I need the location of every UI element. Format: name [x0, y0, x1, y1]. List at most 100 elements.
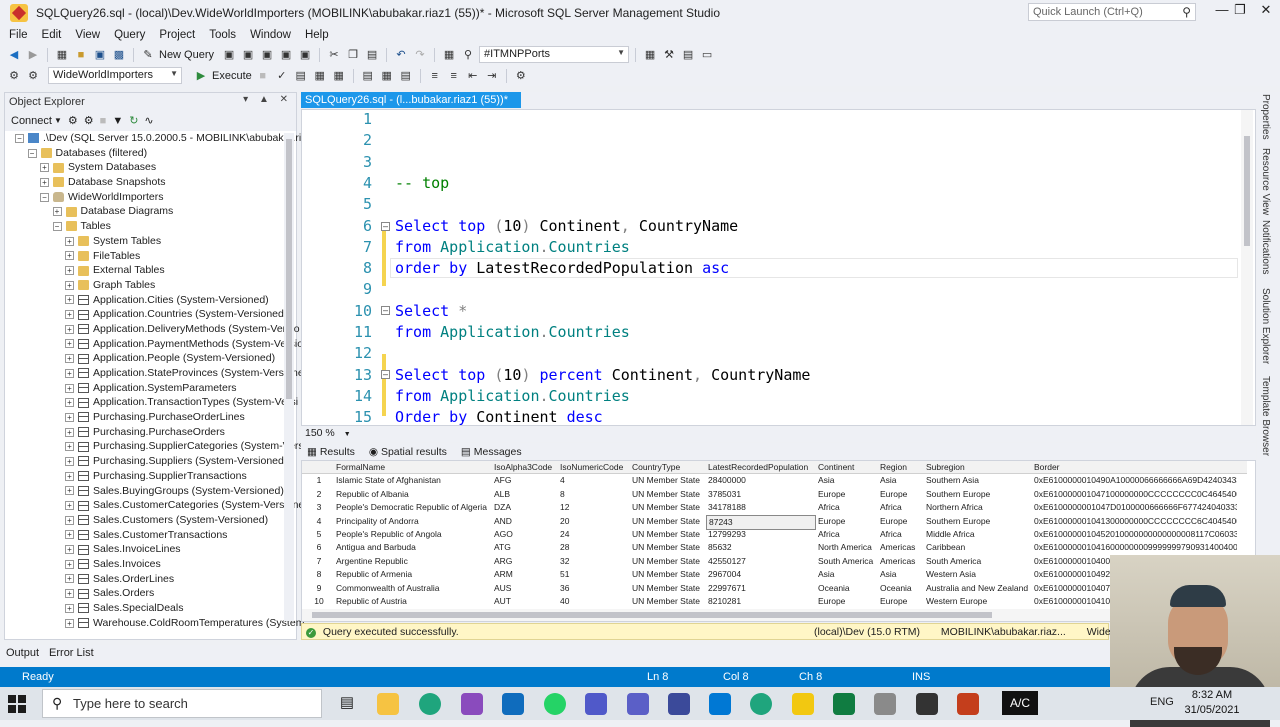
tree-node[interactable]: + Application.StateProvinces (System-Vers…	[7, 366, 304, 381]
table-row[interactable]: 8 Republic of Armenia ARM 51 UN Member State…	[302, 568, 1247, 581]
stop-icon[interactable]: ■	[100, 115, 107, 127]
table-cell[interactable]: Commonwealth of Australia	[334, 582, 492, 595]
table-cell[interactable]: Europe	[878, 595, 924, 608]
vscode-icon[interactable]	[709, 693, 731, 715]
expand-icon[interactable]: +	[65, 266, 74, 276]
tree-node[interactable]: + Application.TransactionTypes (System-Ve…	[7, 395, 298, 410]
table-cell[interactable]: 3785031	[706, 488, 816, 501]
tree-node[interactable]: + System Tables	[7, 234, 296, 249]
tree-node[interactable]: + Sales.CustomerTransactions	[7, 528, 296, 543]
table-cell[interactable]: ARG	[492, 555, 558, 568]
table-cell[interactable]: Africa	[816, 501, 878, 514]
toolbox-icon[interactable]: ▤	[680, 47, 696, 63]
table-cell[interactable]: Europe	[816, 595, 878, 608]
table-cell[interactable]: 0xE6100000001047D0100000666666F677424040…	[1032, 501, 1237, 514]
execute-icon[interactable]: ▶	[193, 68, 209, 84]
column-header[interactable]: Region	[878, 461, 924, 474]
dmx-query-icon[interactable]: ▣	[278, 47, 294, 63]
paste-icon[interactable]: ▤	[364, 47, 380, 63]
table-cell[interactable]: Middle Africa	[924, 528, 1032, 541]
code-line[interactable]: Select *	[395, 302, 467, 320]
query-designer-icon[interactable]: ▦	[312, 68, 328, 84]
comment-icon[interactable]: ≡	[427, 68, 443, 84]
table-cell[interactable]: Antigua and Barbuda	[334, 541, 492, 554]
new-query-button[interactable]: New Query	[159, 49, 214, 61]
expand-icon[interactable]: +	[65, 471, 74, 481]
filter-icon[interactable]: ▼	[112, 115, 123, 127]
expand-icon[interactable]: +	[65, 618, 74, 628]
table-cell[interactable]: Europe	[816, 488, 878, 501]
table-row[interactable]: 9 Commonwealth of Australia AUS 36 UN Member…	[302, 582, 1247, 595]
dock-template-browser[interactable]: Template Browser	[1260, 376, 1271, 456]
menu-file[interactable]: File	[2, 29, 35, 41]
table-row[interactable]: 1 Islamic State of Afghanistan AFG 4 UN Memb…	[302, 474, 1247, 487]
column-header[interactable]: IsoNumericCode	[558, 461, 630, 474]
tree-node[interactable]: + Purchasing.SupplierTransactions	[7, 469, 296, 484]
table-cell[interactable]: Americas	[878, 541, 924, 554]
zoom-chevron-down-icon[interactable]: ▼	[344, 431, 351, 438]
table-cell[interactable]: Africa	[878, 528, 924, 541]
obs-icon[interactable]	[916, 693, 938, 715]
table-cell[interactable]: AND	[492, 515, 558, 528]
collapse-icon[interactable]: −	[40, 192, 49, 202]
table-cell[interactable]: Principality of Andorra	[334, 515, 492, 528]
menu-help[interactable]: Help	[298, 29, 336, 41]
db-engine-query-icon[interactable]: ▣	[221, 47, 237, 63]
collapse-icon[interactable]: –	[381, 306, 390, 315]
tree-node[interactable]: + Purchasing.PurchaseOrders	[7, 425, 296, 440]
table-cell[interactable]: 24	[558, 528, 630, 541]
table-cell[interactable]: UN Member State	[630, 541, 706, 554]
row-number[interactable]: 3	[302, 501, 334, 514]
table-cell[interactable]: UN Member State	[630, 474, 706, 487]
tree-node[interactable]: − WideWorldImporters	[7, 190, 296, 205]
start-button[interactable]	[8, 695, 26, 713]
code-line[interactable]: Order by Continent desc	[395, 408, 603, 426]
table-cell[interactable]: Europe	[878, 488, 924, 501]
tree-node[interactable]: + Sales.OrderLines	[7, 572, 296, 587]
redo-icon[interactable]: ↷	[412, 47, 428, 63]
row-number[interactable]: 8	[302, 568, 334, 581]
expand-icon[interactable]: +	[65, 398, 74, 408]
table-cell[interactable]: Republic of Austria	[334, 595, 492, 608]
collapse-icon[interactable]: −	[27, 148, 37, 158]
menu-view[interactable]: View	[68, 29, 107, 41]
tree-node[interactable]: + System Databases	[7, 160, 296, 175]
table-cell[interactable]: Asia	[816, 474, 878, 487]
table-cell[interactable]: People's Republic of Angola	[334, 528, 492, 541]
expand-icon[interactable]: +	[65, 515, 74, 525]
tree-node[interactable]: + Application.Countries (System-Versioned…	[7, 307, 296, 322]
tree-node[interactable]: + Sales.Customers (System-Versioned)	[7, 513, 296, 528]
connect-dropdown[interactable]: Connect	[11, 115, 52, 127]
new-project-icon[interactable]: ▦	[54, 47, 70, 63]
edge-dev-icon[interactable]	[750, 693, 772, 715]
tree-node[interactable]: + Database Snapshots	[7, 175, 296, 190]
table-cell[interactable]: Oceania	[878, 582, 924, 595]
pin-icon[interactable]: ▾ ▲ ✕	[243, 94, 292, 105]
table-cell[interactable]: 42550127	[706, 555, 816, 568]
tab-messages[interactable]: ▤ Messages	[461, 446, 522, 458]
teams-icon[interactable]	[585, 693, 607, 715]
connect-icon[interactable]: ⚙	[6, 68, 22, 84]
row-number[interactable]: 9	[302, 582, 334, 595]
visual-studio-icon[interactable]	[461, 693, 483, 715]
display-plan-icon[interactable]: ▤	[293, 68, 309, 84]
results-to-file-icon[interactable]: ▤	[398, 68, 414, 84]
table-row[interactable]: 10 Republic of Austria AUT 40 UN Member Stat…	[302, 595, 1247, 608]
table-cell[interactable]: AUS	[492, 582, 558, 595]
expand-icon[interactable]: +	[65, 574, 74, 584]
dock-resource-view[interactable]: Resource View	[1260, 148, 1271, 215]
new-query-icon[interactable]: ✎	[140, 47, 156, 63]
expand-icon[interactable]: +	[65, 412, 74, 422]
cut-icon[interactable]: ✂	[326, 47, 342, 63]
column-header[interactable]: LatestRecordedPopulation	[706, 461, 816, 474]
save-icon[interactable]: ▣	[92, 47, 108, 63]
task-view-icon[interactable]: ▤	[336, 693, 358, 715]
code-line[interactable]: from Application.Countries	[395, 238, 630, 256]
table-cell[interactable]: 34178188	[706, 501, 816, 514]
row-number[interactable]: 4	[302, 515, 334, 528]
table-cell[interactable]: Republic of Albania	[334, 488, 492, 501]
table-row[interactable]: 7 Argentine Republic ARG 32 UN Member State 4…	[302, 555, 1247, 568]
expand-icon[interactable]: +	[65, 603, 74, 613]
editor-scrollbar[interactable]	[1241, 110, 1253, 425]
tree-node[interactable]: + Sales.CustomerCategories (System-Versio…	[7, 498, 304, 513]
